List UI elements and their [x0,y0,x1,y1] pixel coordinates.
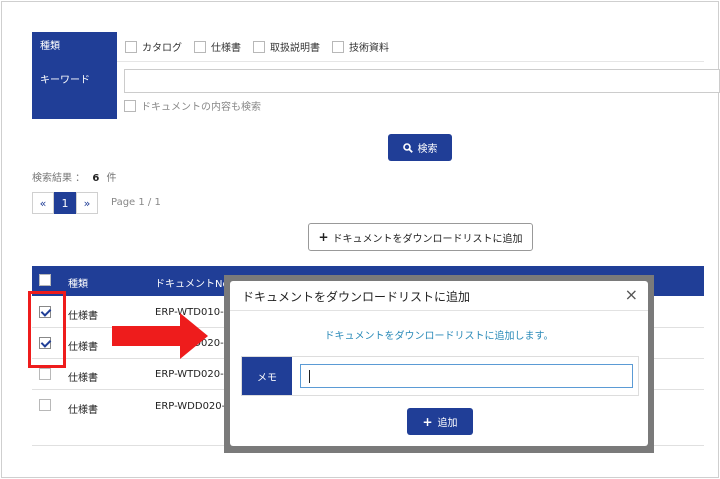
row-type: 仕様書 [68,342,98,353]
include-content-checkbox[interactable] [124,99,136,112]
header-type: 種類 [68,279,88,290]
row-doc-no[interactable]: ERP-WTD020- [155,369,224,380]
type-filter-row: 種類 カタログ 仕様書 取扱説明書 技術資料 [32,32,704,62]
pagination: « 1 » [32,192,98,214]
select-all-checkbox[interactable] [39,274,51,286]
close-icon[interactable]: × [625,285,638,304]
dialog-title: ドキュメントをダウンロードリストに追加 [242,290,471,304]
type-filter-label: 種類 [32,32,117,62]
type-option-spec[interactable]: 仕様書 [194,39,241,54]
memo-row: メモ [241,356,639,396]
row-type: 仕様書 [68,373,98,384]
row-type: 仕様書 [68,311,98,322]
search-button[interactable]: 検索 [388,134,452,161]
text-caret [309,370,310,383]
pager-prev[interactable]: « [32,192,54,214]
keyword-label: キーワード [32,62,117,119]
pager-next[interactable]: » [76,192,98,214]
header-doc-no: ドキュメントNo [155,279,229,290]
results-label: 検索結果 ： [32,173,86,184]
memo-label: メモ [242,357,292,395]
results-count: 6 [92,173,100,184]
pager-page-1[interactable]: 1 [54,192,76,214]
page-frame: 種類 カタログ 仕様書 取扱説明書 技術資料 キーワード ドキュメントの内容も検… [1,1,720,478]
manual-checkbox[interactable] [253,40,265,53]
add-button[interactable]: + 追加 [407,408,473,435]
keyword-area: ドキュメントの内容も検索 [117,62,720,119]
page-info: Page 1 / 1 [111,197,161,208]
type-option-technical[interactable]: 技術資料 [332,39,389,54]
row-checkbox[interactable] [39,399,51,411]
row-type: 仕様書 [68,405,98,416]
results-summary: 検索結果 ： 6 件 [32,169,117,184]
dialog-divider [230,310,648,311]
results-unit: 件 [106,173,117,184]
type-option-manual[interactable]: 取扱説明書 [253,39,320,54]
type-option-catalog[interactable]: カタログ [125,39,182,54]
plus-icon: + [422,414,433,429]
add-to-download-list-button[interactable]: + ドキュメントをダウンロードリストに追加 [308,223,533,251]
row-checkbox[interactable] [39,368,51,380]
annotation-arrow-shaft [112,326,182,346]
annotation-arrow-head-icon [180,313,208,359]
spec-checkbox[interactable] [194,40,206,53]
add-to-list-dialog: ドキュメントをダウンロードリストに追加 × ドキュメントをダウンロードリストに追… [230,281,648,446]
memo-input[interactable] [300,364,633,388]
catalog-checkbox[interactable] [125,40,137,53]
row-doc-no[interactable]: ERP-WDD020- [155,401,225,412]
dialog-message: ドキュメントをダウンロードリストに追加します。 [324,331,554,342]
plus-icon: + [318,230,329,244]
keyword-row: キーワード ドキュメントの内容も検索 [32,62,720,119]
include-content-option[interactable]: ドキュメントの内容も検索 [124,98,261,113]
keyword-input[interactable] [124,69,720,93]
search-icon [402,142,413,153]
annotation-highlight-box [28,291,66,368]
technical-checkbox[interactable] [332,40,344,53]
type-options: カタログ 仕様書 取扱説明書 技術資料 [117,32,704,62]
